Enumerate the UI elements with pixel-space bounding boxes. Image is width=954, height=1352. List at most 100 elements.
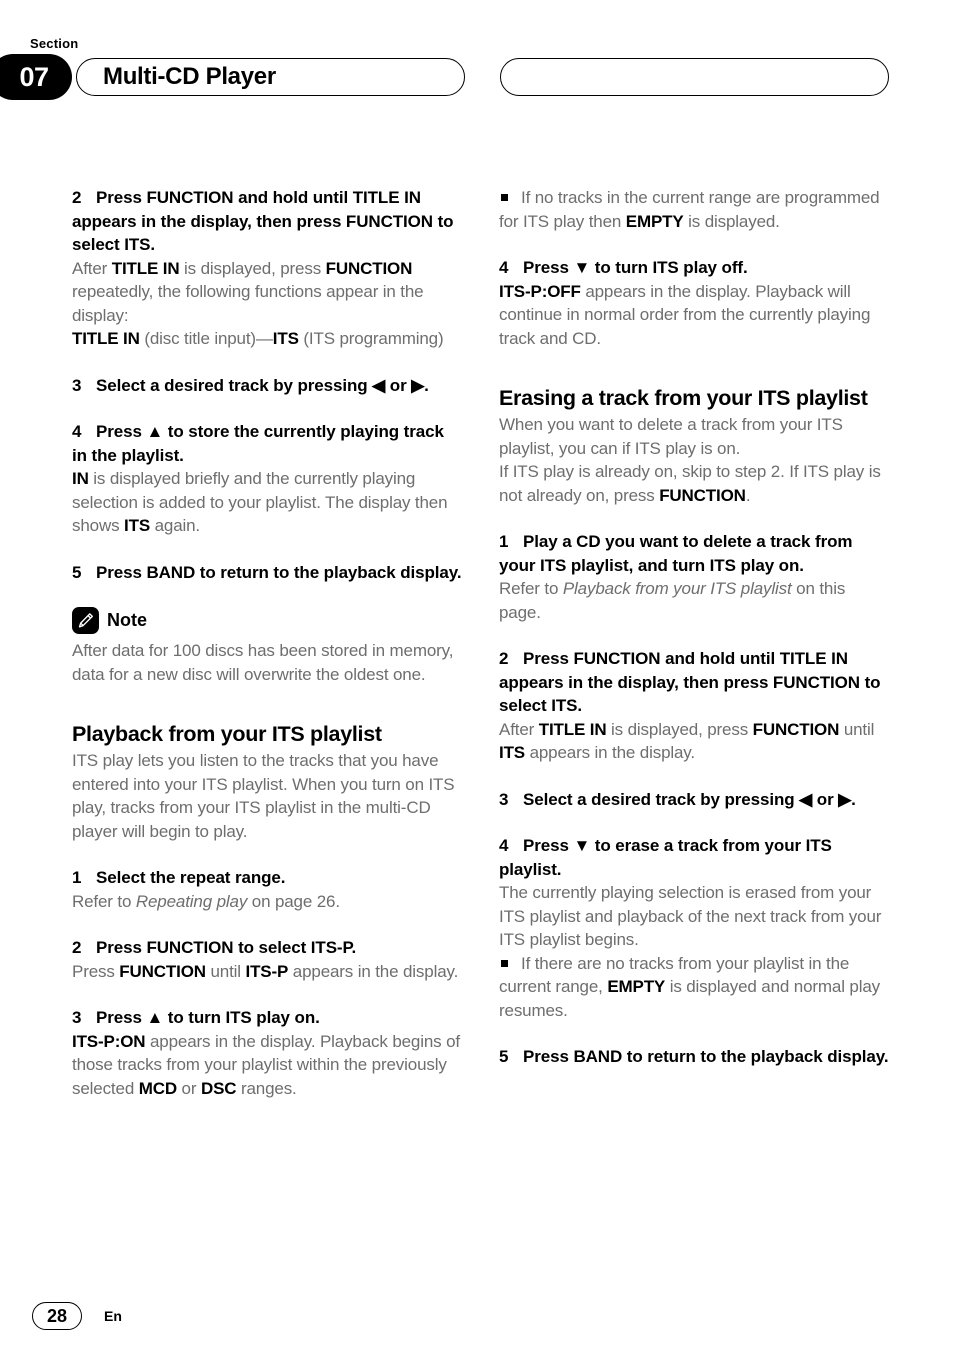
erasing-step-2-number: 2	[499, 649, 509, 668]
playback-step-2-body: Press FUNCTION until ITS-P appears in th…	[72, 960, 462, 984]
note-header: Note	[72, 607, 462, 634]
erasing-step-4-block: 4 Press ▼ to erase a track from your ITS …	[499, 834, 889, 952]
erasing-step-3-heading: 3 Select a desired track by pressing ◀ or…	[499, 788, 889, 812]
step-4-body: IN is displayed briefly and the currentl…	[72, 467, 462, 538]
step-2-heading: 2 Press FUNCTION and hold until TITLE IN …	[72, 186, 462, 257]
erasing-step-1-body: Refer to Playback from your ITS playlist…	[499, 577, 889, 624]
t: ITS	[124, 516, 151, 535]
page-title: Multi-CD Player	[103, 63, 276, 90]
step-4-heading: 4 Press ▲ to store the currently playing …	[72, 420, 462, 467]
t: is displayed, press	[179, 258, 326, 278]
page-header: Section 07 Multi-CD Player	[0, 0, 954, 120]
t: ITS-P:OFF	[499, 281, 581, 301]
t: IN	[72, 469, 89, 488]
step-5-heading: 5 Press BAND to return to the playback di…	[72, 561, 462, 585]
erasing-step-2-heading: 2 Press FUNCTION and hold until TITLE IN …	[499, 647, 889, 718]
erasing-step-3-block: 3 Select a desired track by pressing ◀ or…	[499, 788, 889, 812]
playback-intro-paragraph: ITS play lets you listen to the tracks t…	[72, 751, 455, 841]
playback-step-1-block: 1 Select the repeat range. Refer to Repea…	[72, 866, 462, 913]
step-2-block: 2 Press FUNCTION and hold until TITLE IN …	[72, 186, 462, 351]
right-step-4-heading: 4 Press ▼ to turn ITS play off.	[499, 256, 889, 280]
t: After	[499, 719, 539, 739]
t: on page 26.	[247, 891, 340, 911]
step-4-heading-text: Press ▲ to store the currently playing t…	[72, 422, 444, 465]
erasing-step-5-heading-text: Press BAND to return to the playback dis…	[523, 1047, 889, 1066]
step-5-number: 5	[72, 562, 82, 582]
cross-reference-playback-from-your-its-playlist: Playback from your ITS playlist	[562, 579, 792, 598]
t: TITLE IN	[111, 258, 180, 278]
step-2-body: After TITLE IN is displayed, press FUNCT…	[72, 257, 462, 328]
t: TITLE IN	[72, 329, 140, 348]
t: (disc title input)—	[139, 329, 273, 348]
t: Refer to	[72, 891, 136, 911]
erasing-step-1-number: 1	[499, 532, 509, 551]
section-label: Section	[30, 36, 79, 51]
bullet-item-empty-range: If no tracks in the current range are pr…	[499, 186, 889, 233]
right-step-4-number: 4	[499, 258, 509, 277]
t: ITS-P	[245, 961, 289, 981]
t: TITLE IN	[538, 719, 607, 739]
erasing-step-3-number: 3	[499, 789, 509, 809]
bullet-item-no-tracks: If there are no tracks from your playlis…	[499, 952, 889, 1023]
chapter-title-pill: Multi-CD Player	[76, 58, 465, 96]
t: MCD	[138, 1078, 177, 1098]
playback-step-3-block: 3 Press ▲ to turn ITS play on. ITS-P:ON a…	[72, 1006, 462, 1100]
t: appears in the display.	[525, 743, 696, 762]
playback-step-1-number: 1	[72, 868, 82, 887]
right-step-4-block: 4 Press ▼ to turn ITS play off. ITS-P:OFF…	[499, 256, 889, 350]
erasing-step-5-heading: 5 Press BAND to return to the playback di…	[499, 1045, 889, 1069]
t: until	[205, 961, 246, 981]
erasing-step-1-heading: 1 Play a CD you want to delete a track fr…	[499, 530, 889, 577]
erasing-step-1-block: 1 Play a CD you want to delete a track fr…	[499, 530, 889, 624]
erasing-intro-line-2: If ITS play is already on, skip to step …	[499, 460, 889, 507]
t: repeatedly, the following functions appe…	[72, 282, 424, 325]
t: ITS	[499, 743, 525, 762]
erasing-step-5-block: 5 Press BAND to return to the playback di…	[499, 1045, 889, 1069]
t: ITS	[272, 329, 299, 348]
step-2-number: 2	[72, 188, 82, 207]
t: Press	[72, 961, 120, 981]
t: FUNCTION	[325, 258, 413, 278]
heading-erasing-a-track: Erasing a track from your ITS playlist	[499, 386, 868, 410]
t: FUNCTION	[659, 485, 746, 505]
erasing-step-4-heading-text: Press ▼ to erase a track from your ITS p…	[499, 836, 832, 879]
t: appears in the display.	[288, 961, 459, 981]
playback-step-2-block: 2 Press FUNCTION to select ITS-P. Press F…	[72, 936, 462, 983]
playback-step-2-heading-text: Press FUNCTION to select ITS-P.	[96, 938, 357, 957]
t: EMPTY	[625, 211, 684, 231]
section-number-badge: 07	[0, 54, 72, 100]
t: ranges.	[236, 1078, 297, 1098]
right-column: If no tracks in the current range are pr…	[499, 186, 889, 1069]
t: is displayed.	[683, 211, 780, 231]
erasing-step-4-number: 4	[499, 836, 509, 855]
t: ITS-P:ON	[72, 1031, 146, 1051]
t: FUNCTION	[752, 719, 840, 739]
erasing-step-4-heading: 4 Press ▼ to erase a track from your ITS …	[499, 834, 889, 881]
page-footer: 28 En	[32, 1302, 122, 1330]
square-bullet-icon	[501, 194, 508, 201]
cross-reference-repeating-play: Repeating play	[135, 891, 248, 911]
pencil-icon	[72, 607, 99, 634]
right-step-4-body: ITS-P:OFF appears in the display. Playba…	[499, 280, 889, 351]
erasing-step-5-number: 5	[499, 1047, 509, 1066]
playback-step-3-body: ITS-P:ON appears in the display. Playbac…	[72, 1030, 462, 1101]
playback-step-2-heading: 2 Press FUNCTION to select ITS-P.	[72, 936, 462, 960]
note-block: Note After data for 100 discs has been s…	[72, 607, 462, 686]
erasing-step-2-block: 2 Press FUNCTION and hold until TITLE IN …	[499, 647, 889, 765]
step-5-block: 5 Press BAND to return to the playback di…	[72, 561, 462, 585]
note-body: After data for 100 discs has been stored…	[72, 641, 454, 684]
step-5-heading-text: Press BAND to return to the playback dis…	[96, 562, 462, 582]
t: (ITS programming)	[298, 329, 444, 348]
playback-step-2-number: 2	[72, 938, 82, 957]
t: After	[72, 258, 112, 278]
right-step-4-heading-text: Press ▼ to turn ITS play off.	[523, 258, 748, 277]
erasing-step-2-heading-text: Press FUNCTION and hold until TITLE IN a…	[499, 649, 881, 715]
step-2-body-2: TITLE IN (disc title input)—ITS (ITS pro…	[72, 327, 462, 351]
playback-step-3-heading-text: Press ▲ to turn ITS play on.	[96, 1008, 320, 1027]
playback-step-1-heading: 1 Select the repeat range.	[72, 866, 462, 890]
language-code: En	[104, 1308, 122, 1324]
playback-step-1-heading-text: Select the repeat range.	[96, 868, 286, 887]
erasing-step-3-heading-text: Select a desired track by pressing ◀ or …	[523, 789, 856, 809]
t: again.	[150, 516, 201, 535]
t: .	[745, 485, 751, 505]
